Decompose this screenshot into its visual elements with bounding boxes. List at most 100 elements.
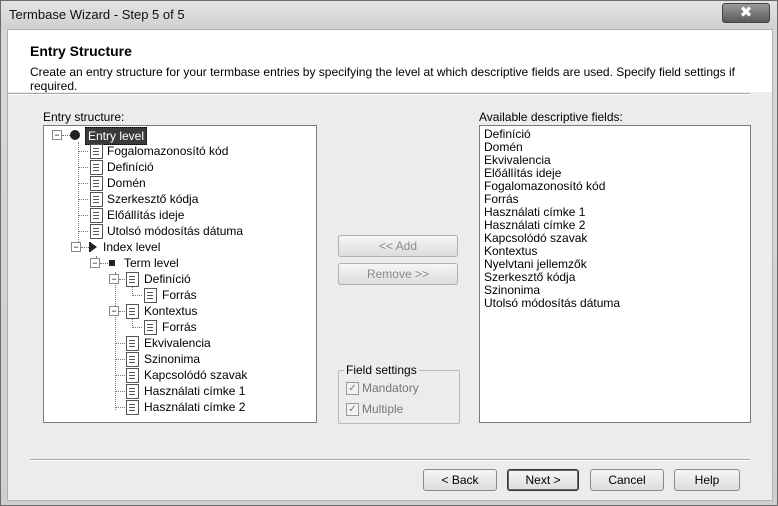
available-fields-list[interactable]: Definíció Domén Ekvivalencia Előállítás …: [479, 125, 751, 423]
collapse-icon[interactable]: −: [109, 306, 119, 316]
close-button[interactable]: ✖: [722, 3, 770, 23]
field-icon: [90, 208, 103, 223]
remove-button[interactable]: Remove >>: [338, 263, 458, 285]
tree-node-field[interactable]: Forrás: [44, 287, 316, 303]
collapse-icon[interactable]: −: [109, 274, 119, 284]
footer-divider: [30, 459, 750, 461]
field-icon: [90, 160, 103, 175]
tree-line: [115, 343, 125, 344]
index-level-icon: [90, 242, 97, 252]
field-icon: [144, 288, 157, 303]
collapse-icon[interactable]: −: [90, 258, 100, 268]
mandatory-checkbox[interactable]: ✓: [346, 382, 359, 395]
collapse-icon[interactable]: −: [52, 130, 62, 140]
tree-line: [78, 151, 88, 152]
field-icon: [90, 144, 103, 159]
field-label: Forrás: [162, 288, 197, 302]
mandatory-label: Mandatory: [362, 381, 419, 395]
tree-node-field[interactable]: Domén: [44, 175, 316, 191]
entry-structure-tree[interactable]: − Entry level Fogalomazonosító kód Defin…: [43, 125, 317, 423]
collapse-icon[interactable]: −: [71, 242, 81, 252]
tree-node-field[interactable]: Utolsó módosítás dátuma: [44, 223, 316, 239]
back-button[interactable]: < Back: [423, 469, 497, 491]
field-label: Ekvivalencia: [144, 336, 211, 350]
tree-node-field[interactable]: Előállítás ideje: [44, 207, 316, 223]
tree-node-entry-level[interactable]: − Entry level: [44, 127, 316, 145]
tree-line: [78, 183, 88, 184]
tree-node-field[interactable]: Szinonima: [44, 351, 316, 367]
field-icon: [126, 304, 139, 319]
tree-line: [78, 215, 88, 216]
field-label: Forrás: [162, 320, 197, 334]
field-label: Kontextus: [144, 304, 198, 318]
tree-node-field[interactable]: Fogalomazonosító kód: [44, 143, 316, 159]
entry-level-icon: [70, 130, 80, 140]
page-title: Entry Structure: [30, 43, 132, 59]
tree-line: [62, 135, 70, 136]
field-settings-label: Field settings: [344, 363, 419, 377]
field-icon: [126, 368, 139, 383]
tree-line: [115, 407, 125, 408]
window-title: Termbase Wizard - Step 5 of 5: [9, 7, 185, 22]
multiple-label: Multiple: [362, 402, 404, 416]
tree-node-field[interactable]: Használati címke 1: [44, 383, 316, 399]
field-label: Utolsó módosítás dátuma: [107, 224, 244, 238]
tree-line: [119, 311, 125, 312]
tree-node-field[interactable]: Használati címke 2: [44, 399, 316, 415]
wizard-window: Termbase Wizard - Step 5 of 5 ✖ Entry St…: [0, 0, 778, 506]
multiple-checkbox[interactable]: ✓: [346, 403, 359, 416]
tree-node-field[interactable]: Kapcsolódó szavak: [44, 367, 316, 383]
tree-node-term-level[interactable]: − Term level: [44, 255, 316, 271]
field-icon: [144, 320, 157, 335]
tree-line: [132, 327, 142, 328]
title-bar: Termbase Wizard - Step 5 of 5 ✖: [1, 1, 777, 29]
entry-structure-label: Entry structure:: [43, 110, 125, 124]
field-icon: [126, 272, 139, 287]
tree-line: [132, 295, 142, 296]
field-label: Fogalomazonosító kód: [107, 144, 229, 158]
tree-line: [115, 391, 125, 392]
tree-node-field[interactable]: Forrás: [44, 319, 316, 335]
field-icon: [126, 400, 139, 415]
help-button[interactable]: Help: [674, 469, 740, 491]
tree-node-field[interactable]: Ekvivalencia: [44, 335, 316, 351]
field-icon: [90, 176, 103, 191]
add-button[interactable]: << Add: [338, 235, 458, 257]
tree-line: [78, 199, 88, 200]
field-icon: [126, 384, 139, 399]
tree-node-index-level[interactable]: − Index level: [44, 239, 316, 255]
tree-node-field[interactable]: − Definíció: [44, 271, 316, 287]
field-icon: [90, 224, 103, 239]
field-label: Domén: [107, 176, 146, 190]
term-level-label: Term level: [124, 256, 179, 270]
tree-node-field[interactable]: − Kontextus: [44, 303, 316, 319]
field-label: Szerkesztő kódja: [107, 192, 199, 206]
field-label: Definíció: [144, 272, 191, 286]
field-icon: [90, 192, 103, 207]
wizard-header: Entry Structure Create an entry structur…: [8, 30, 772, 93]
field-label: Kapcsolódó szavak: [144, 368, 248, 382]
tree-line: [100, 263, 108, 264]
tree-line: [115, 359, 125, 360]
field-label: Használati címke 2: [144, 400, 246, 414]
field-label: Használati címke 1: [144, 384, 246, 398]
tree-node-field[interactable]: Definíció: [44, 159, 316, 175]
field-icon: [126, 352, 139, 367]
tree-line: [81, 247, 89, 248]
tree-line: [78, 167, 88, 168]
tree-node-field[interactable]: Szerkesztő kódja: [44, 191, 316, 207]
cancel-button[interactable]: Cancel: [590, 469, 664, 491]
wizard-body: Entry Structure Create an entry structur…: [7, 29, 773, 501]
list-item[interactable]: Utolsó módosítás dátuma: [484, 297, 620, 310]
close-icon: ✖: [739, 4, 753, 21]
next-button[interactable]: Next >: [507, 469, 579, 491]
page-description: Create an entry structure for your termb…: [30, 65, 735, 93]
header-divider: [8, 93, 750, 95]
tree-line: [115, 375, 125, 376]
field-label: Definíció: [107, 160, 154, 174]
tree-line: [78, 231, 88, 232]
field-icon: [126, 336, 139, 351]
field-label: Előállítás ideje: [107, 208, 185, 222]
field-label: Szinonima: [144, 352, 201, 366]
available-fields-label: Available descriptive fields:: [479, 110, 623, 124]
